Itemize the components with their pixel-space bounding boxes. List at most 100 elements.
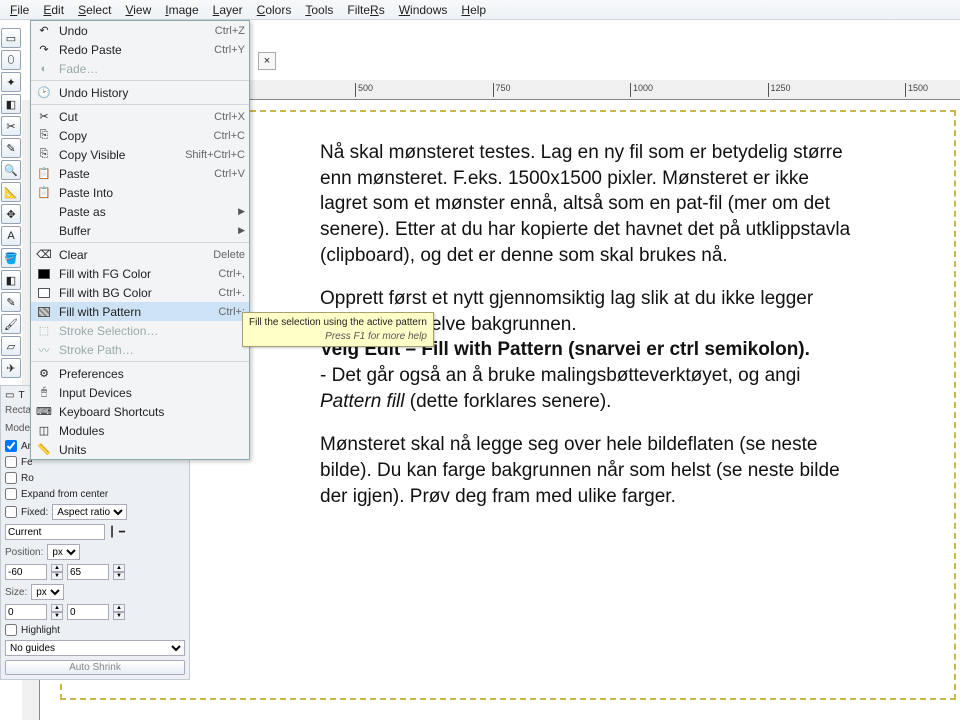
clear-icon: ⌫ [35,247,53,263]
menu-layer[interactable]: Layer [207,1,249,19]
menu-undo-history[interactable]: 🕑Undo History [31,83,249,102]
menu-colors[interactable]: Colors [251,1,298,19]
menu-keyboard-shortcuts[interactable]: ⌨Keyboard Shortcuts [31,402,249,421]
ro-label: Ro [21,473,34,484]
tooltip-hint: Press F1 for more help [249,330,427,344]
guides-select[interactable]: No guides [5,640,185,656]
menu-tools[interactable]: Tools [299,1,339,19]
input-devices-icon: 🖰 [35,385,53,401]
free-select-tool[interactable]: ⬯ [1,50,21,70]
menu-view[interactable]: View [119,1,157,19]
expand-checkbox[interactable] [5,488,17,500]
pos-unit-select[interactable]: px [47,544,80,560]
pos-x-field[interactable] [5,564,47,580]
feather-checkbox[interactable] [5,456,17,468]
copy-icon: ⎘ [35,128,53,144]
submenu-arrow-icon: ▶ [238,206,245,217]
pos-y-field[interactable] [67,564,109,580]
fixed-label: Fixed: [21,507,48,518]
menu-clear[interactable]: ⌫ClearDelete [31,245,249,264]
menu-fill-bg[interactable]: Fill with BG ColorCtrl+. [31,283,249,302]
size-y-field[interactable] [67,604,109,620]
instr-p1: Nå skal mønsteret testes. Lag en ny fil … [320,140,860,268]
menu-fill-fg[interactable]: Fill with FG ColorCtrl+, [31,264,249,283]
fade-icon: ◐ [35,61,53,77]
menu-copy[interactable]: ⎘CopyCtrl+C [31,126,249,145]
text-tool[interactable]: A [1,226,21,246]
units-icon: 📏 [35,442,53,458]
size-unit-select[interactable]: px [31,584,64,600]
menu-buffer[interactable]: Buffer▶ [31,221,249,240]
menu-stroke-selection: ⬚Stroke Selection… [31,321,249,340]
eraser-tool[interactable]: ▱ [1,336,21,356]
menu-fade: ◐Fade… [31,59,249,78]
pencil-tool[interactable]: ✎ [1,292,21,312]
menu-help[interactable]: Help [455,1,492,19]
size-x-down[interactable]: ▼ [51,612,63,620]
fuzzy-select-tool[interactable]: ✦ [1,72,21,92]
menu-undo[interactable]: ↶UndoCtrl+Z [31,21,249,40]
landscape-icon[interactable]: ━ [119,527,125,538]
tooltip-text: Fill the selection using the active patt… [249,317,427,328]
menu-redo[interactable]: ↷Redo PasteCtrl+Y [31,40,249,59]
menu-filters[interactable]: FilteRs [341,1,390,19]
measure-tool[interactable]: 📐 [1,182,21,202]
pos-y-up[interactable]: ▲ [113,564,125,572]
menu-cut[interactable]: ✂CutCtrl+X [31,107,249,126]
gradient-tool[interactable]: ◧ [1,270,21,290]
menu-paste-into[interactable]: 📋Paste Into [31,183,249,202]
expand-label: Expand from center [21,489,108,500]
close-tab-button[interactable]: × [258,52,276,70]
menu-fill-pattern[interactable]: Fill with PatternCtrl+; [31,302,249,321]
redo-icon: ↷ [35,42,53,58]
mode-label: Recta [5,405,31,416]
stroke-path-icon: 〰 [35,342,53,358]
brush-tool[interactable]: 🖌 [1,314,21,334]
menu-preferences[interactable]: ⚙Preferences [31,364,249,383]
menu-image[interactable]: Image [159,1,204,19]
rounded-checkbox[interactable] [5,472,17,484]
undo-icon: ↶ [35,23,53,39]
rect-select-tool[interactable]: ▭ [1,28,21,48]
portrait-icon[interactable]: ┃ [109,527,115,538]
menu-edit[interactable]: Edit [37,1,70,19]
paste-icon: 📋 [35,166,53,182]
move-tool[interactable]: ✥ [1,204,21,224]
ruler-tick: 500 [355,83,373,97]
menu-paste-as[interactable]: Paste as▶ [31,202,249,221]
color-select-tool[interactable]: ◧ [1,94,21,114]
menu-windows[interactable]: Windows [393,1,454,19]
fixed-checkbox[interactable] [5,506,17,518]
menu-file[interactable]: File [4,1,35,19]
fixed-select[interactable]: Aspect ratio [52,504,127,520]
menu-paste[interactable]: 📋PasteCtrl+V [31,164,249,183]
bucket-tool[interactable]: 🪣 [1,248,21,268]
eyedropper-tool[interactable]: ✎ [1,138,21,158]
toolbox: ▭⬯✦◧✂✎🔍📐✥A🪣◧✎🖌▱✈ [0,26,22,380]
antialias-checkbox[interactable] [5,440,17,452]
fg-swatch-icon [38,269,50,279]
menu-units[interactable]: 📏Units [31,440,249,459]
submenu-arrow-icon: ▶ [238,225,245,236]
pos-y-down[interactable]: ▼ [113,572,125,580]
crop-tool[interactable]: ✂ [1,116,21,136]
modules-icon: ◫ [35,423,53,439]
zoom-tool[interactable]: 🔍 [1,160,21,180]
edit-menu-dropdown: ↶UndoCtrl+Z ↷Redo PasteCtrl+Y ◐Fade… 🕑Un… [30,20,250,460]
pos-x-down[interactable]: ▼ [51,572,63,580]
size-y-down[interactable]: ▼ [113,612,125,620]
menu-select[interactable]: Select [72,1,117,19]
autoshrink-button[interactable]: Auto Shrink [5,660,185,675]
menu-copy-visible[interactable]: ⎘Copy VisibleShift+Ctrl+C [31,145,249,164]
pos-x-up[interactable]: ▲ [51,564,63,572]
menu-input-devices[interactable]: 🖰Input Devices [31,383,249,402]
airbrush-tool[interactable]: ✈ [1,358,21,378]
size-x-field[interactable] [5,604,47,620]
current-field[interactable] [5,524,105,540]
menu-modules[interactable]: ◫Modules [31,421,249,440]
ruler-tick: 1500 [905,83,928,97]
size-x-up[interactable]: ▲ [51,604,63,612]
menu-stroke-path: 〰Stroke Path… [31,340,249,359]
size-y-up[interactable]: ▲ [113,604,125,612]
highlight-checkbox[interactable] [5,624,17,636]
